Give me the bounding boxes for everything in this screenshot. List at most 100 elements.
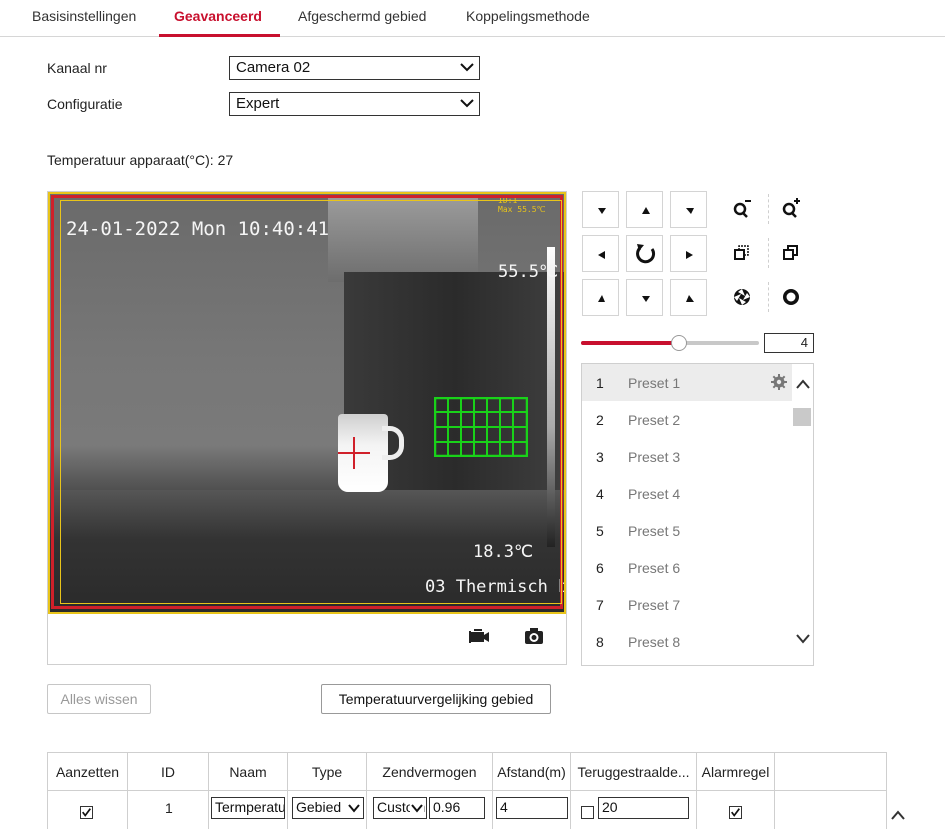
ptz-speed-slider-fill <box>581 341 679 345</box>
zoom-in-icon[interactable] <box>773 191 810 228</box>
arrow-left-icon <box>598 251 605 259</box>
table-cell: Termperatu <box>209 791 288 829</box>
table-cell: 4 <box>493 791 571 829</box>
ptz-speed-slider-thumb[interactable] <box>671 335 687 351</box>
preset-item[interactable]: 5 Preset 5 <box>582 512 792 549</box>
reflected-temp-checkbox[interactable] <box>581 806 594 819</box>
live-video[interactable]: 24-01-2022 Mon 10:40:41 55.5℃ 18.3℃ 03 T… <box>48 192 566 614</box>
ptz-right-button[interactable] <box>670 235 707 272</box>
channel-select[interactable]: Camera 02 <box>229 56 480 80</box>
divider <box>768 194 769 224</box>
preset-name: Preset 3 <box>628 449 681 465</box>
column-header-name: Naam <box>209 753 288 790</box>
reflected-temp-input[interactable]: 20 <box>598 797 689 819</box>
configuration-label: Configuratie <box>47 96 123 112</box>
preset-name: Preset 7 <box>628 597 681 613</box>
ptz-up-button[interactable] <box>626 191 663 228</box>
column-header-id: ID <box>128 753 209 790</box>
preset-scrollbar-thumb[interactable] <box>793 408 811 426</box>
preset-name: Preset 5 <box>628 523 681 539</box>
ptz-left-button[interactable] <box>582 235 619 272</box>
ptz-down-right-button[interactable] <box>670 279 707 316</box>
scroll-up-icon[interactable] <box>889 808 907 822</box>
preset-number: 5 <box>596 523 604 539</box>
iris-close-icon[interactable] <box>773 279 810 316</box>
tab-basisinstellingen[interactable]: Basisinstellingen <box>32 8 136 24</box>
table-cell: Gebied <box>288 791 367 829</box>
preset-number: 1 <box>596 375 604 391</box>
configuration-select[interactable]: Expert <box>229 92 480 116</box>
preset-item[interactable]: 7 Preset 7 <box>582 586 792 623</box>
scroll-up-icon[interactable] <box>794 376 812 392</box>
ptz-down-left-button[interactable] <box>582 279 619 316</box>
preset-number: 7 <box>596 597 604 613</box>
chevron-down-icon <box>410 800 424 816</box>
device-temperature: Temperatuur apparaat(°C): 27 <box>47 152 234 168</box>
preset-name: Preset 1 <box>628 375 681 391</box>
iris-open-icon[interactable] <box>724 279 761 316</box>
table-cell: 20 <box>571 791 697 829</box>
preset-item[interactable]: 1 Preset 1 <box>582 364 792 401</box>
preset-name: Preset 2 <box>628 412 681 428</box>
chevron-down-icon <box>460 63 474 72</box>
gear-icon[interactable] <box>770 373 788 391</box>
ptz-down-button[interactable] <box>626 279 663 316</box>
preset-item[interactable]: 6 Preset 6 <box>582 549 792 586</box>
focus-far-icon[interactable] <box>773 235 810 272</box>
column-header-type: Type <box>288 753 367 790</box>
chevron-down-icon <box>460 99 474 108</box>
preset-item[interactable]: 3 Preset 3 <box>582 438 792 475</box>
arrow-up-left-icon <box>686 295 694 302</box>
divider <box>768 238 769 268</box>
table-cell <box>48 791 128 829</box>
tab-afgeschermd-gebied[interactable]: Afgeschermd gebied <box>298 8 426 24</box>
live-view-panel: 24-01-2022 Mon 10:40:41 55.5℃ 18.3℃ 03 T… <box>47 191 567 665</box>
record-icon[interactable] <box>467 624 491 648</box>
ptz-up-left-button[interactable] <box>582 191 619 228</box>
preset-name: Preset 8 <box>628 634 681 650</box>
arrow-down-icon <box>642 296 650 302</box>
configuration-select-value: Expert <box>236 95 280 112</box>
ptz-up-right-button[interactable] <box>670 191 707 228</box>
scroll-down-icon[interactable] <box>794 631 812 647</box>
preset-item[interactable]: 8 Preset 8 <box>582 623 792 660</box>
enable-checkbox[interactable] <box>80 806 93 819</box>
tab-bar: Basisinstellingen Geavanceerd Afgescherm… <box>0 0 945 37</box>
video-toolbar <box>48 614 566 664</box>
temperature-comparison-area-button[interactable]: Temperatuurvergelijking gebied <box>321 684 551 714</box>
channel-label: Kanaal nr <box>47 60 107 76</box>
column-header-distance: Afstand(m) <box>493 753 571 790</box>
preset-item[interactable]: 2 Preset 2 <box>582 401 792 438</box>
rule-name-input[interactable]: Termperatu <box>211 797 285 819</box>
camera-snapshot-icon[interactable] <box>522 624 546 648</box>
zoom-out-icon[interactable] <box>724 191 761 228</box>
tab-geavanceerd[interactable]: Geavanceerd <box>174 8 262 24</box>
preset-number: 6 <box>596 560 604 576</box>
distance-input[interactable]: 4 <box>496 797 568 819</box>
ptz-auto-rotate-button[interactable] <box>626 235 663 272</box>
rule-table-header: Aanzetten ID Naam Type Zendvermogen Afst… <box>47 752 887 791</box>
clear-all-button[interactable]: Alles wissen <box>47 684 151 714</box>
table-cell: Custom 0.96 <box>367 791 493 829</box>
rule-type-select[interactable]: Gebied <box>292 797 364 819</box>
tab-koppelingsmethode[interactable]: Koppelingsmethode <box>466 8 590 24</box>
column-header-alarm-rule: Alarmregel <box>697 753 775 790</box>
channel-select-value: Camera 02 <box>236 59 311 76</box>
ptz-speed-value[interactable]: 4 <box>764 333 814 353</box>
alarm-rule-checkbox[interactable] <box>729 806 742 819</box>
emissivity-input[interactable]: 0.96 <box>429 797 485 819</box>
emissivity-mode-select[interactable]: Custom <box>373 797 427 819</box>
video-frame-inner <box>60 200 562 604</box>
arrow-up-right-icon <box>598 295 605 302</box>
preset-item[interactable]: 4 Preset 4 <box>582 475 792 512</box>
divider <box>768 282 769 312</box>
preset-number: 3 <box>596 449 604 465</box>
active-tab-indicator <box>159 34 280 37</box>
preset-name: Preset 6 <box>628 560 681 576</box>
arrow-right-icon <box>686 251 693 259</box>
arrow-down-small-icon <box>598 208 606 214</box>
preset-name: Preset 4 <box>628 486 681 502</box>
arrow-up-icon <box>642 207 650 214</box>
column-header-emissivity: Zendvermogen <box>367 753 493 790</box>
focus-near-icon[interactable] <box>724 235 761 272</box>
